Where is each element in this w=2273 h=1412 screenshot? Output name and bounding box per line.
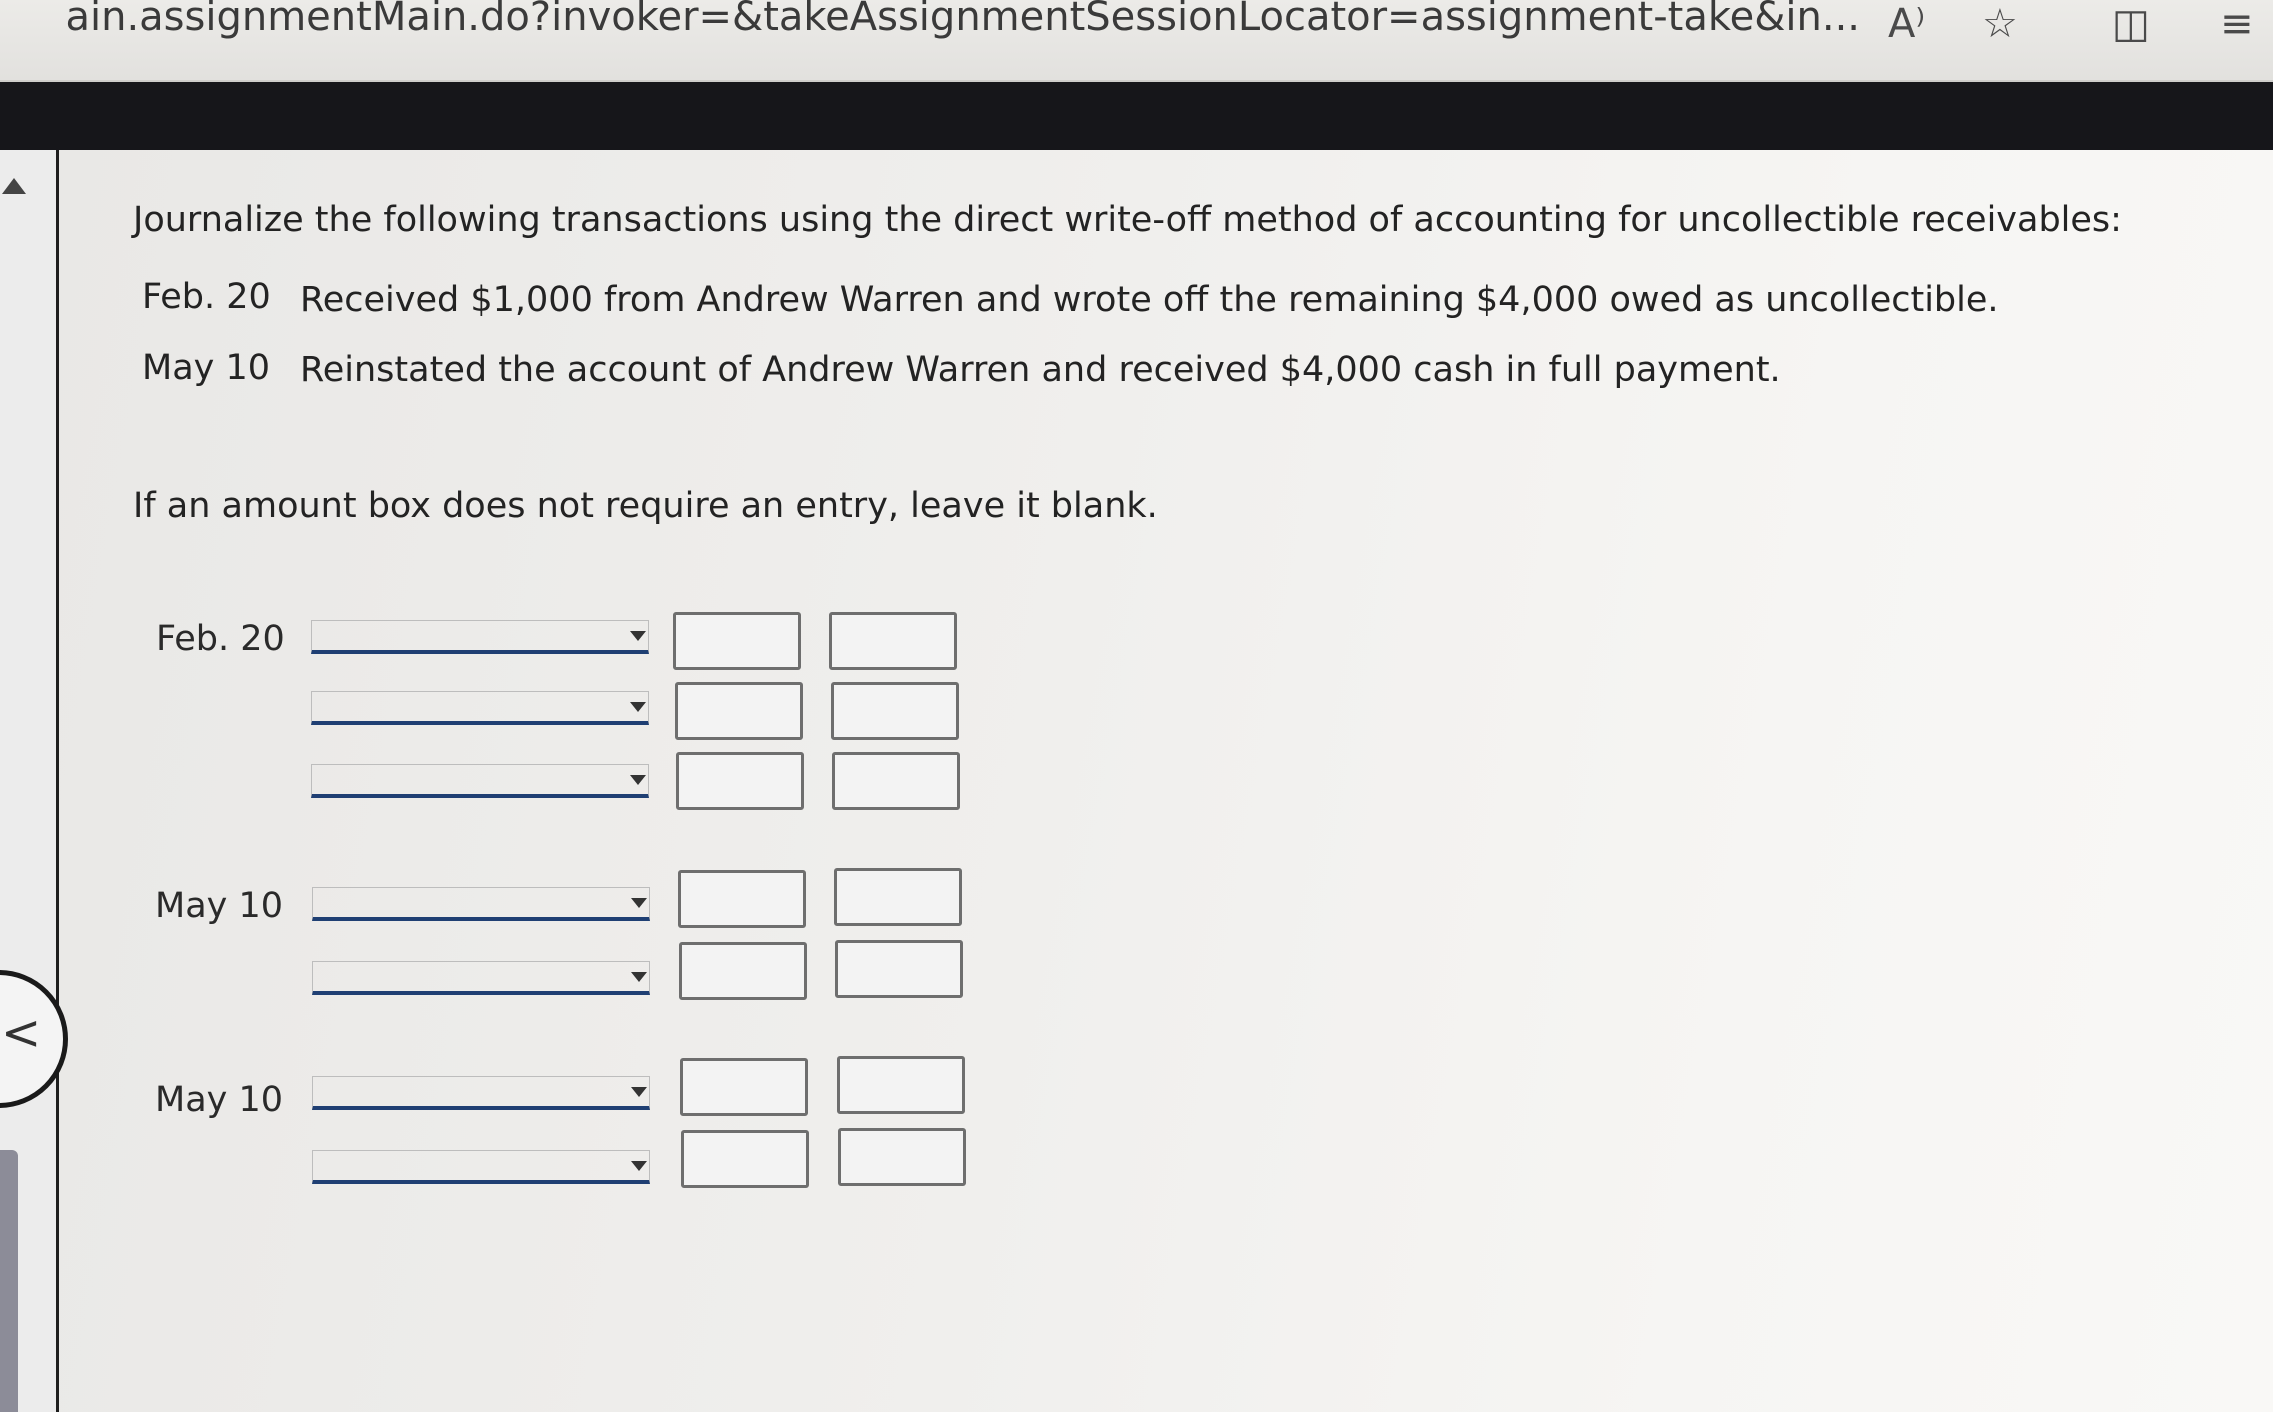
debit-amount-input[interactable] (676, 752, 804, 810)
transaction-date: Feb. 20 (142, 277, 271, 317)
account-dropdown[interactable] (312, 887, 650, 921)
credit-amount-input[interactable] (829, 612, 957, 670)
browser-toolbar: ain.assignmentMain.do?invoker=&takeAssig… (0, 0, 2273, 82)
credit-amount-input[interactable] (834, 868, 962, 926)
debit-amount-input[interactable] (681, 1130, 809, 1188)
transaction-description: Received $1,000 from Andrew Warren and w… (300, 280, 1999, 320)
credit-amount-input[interactable] (837, 1056, 965, 1114)
split-screen-icon[interactable]: ◫ (2112, 4, 2150, 44)
debit-amount-input[interactable] (678, 870, 806, 928)
scrollbar-thumb[interactable] (0, 1150, 18, 1412)
debit-amount-input[interactable] (675, 682, 803, 740)
question-panel: Journalize the following transactions us… (59, 150, 2273, 1412)
favorite-star-icon[interactable]: ☆ (1982, 4, 2018, 44)
favorites-icon[interactable]: ≡ (2220, 4, 2254, 44)
entry-date-label: May 10 (155, 1080, 284, 1120)
chevron-down-icon (631, 1161, 647, 1171)
chevron-down-icon (630, 631, 646, 641)
debit-amount-input[interactable] (680, 1058, 808, 1116)
chevron-down-icon (630, 775, 646, 785)
transaction-date: May 10 (142, 348, 271, 388)
account-dropdown[interactable] (312, 961, 650, 995)
address-bar[interactable]: ain.assignmentMain.do?invoker=&takeAssig… (0, 0, 1860, 40)
account-dropdown[interactable] (311, 620, 649, 654)
debit-amount-input[interactable] (673, 612, 801, 670)
chevron-left-icon: < (1, 1005, 42, 1061)
debit-amount-input[interactable] (679, 942, 807, 1000)
scroll-up-arrow-icon[interactable] (2, 178, 26, 194)
instruction-note: If an amount box does not require an ent… (133, 486, 1158, 526)
transaction-description: Reinstated the account of Andrew Warren … (300, 350, 1781, 390)
account-dropdown[interactable] (311, 691, 649, 725)
chevron-down-icon (631, 898, 647, 908)
entry-date-label: Feb. 20 (156, 619, 285, 659)
credit-amount-input[interactable] (838, 1128, 966, 1186)
credit-amount-input[interactable] (832, 752, 960, 810)
entry-date-label: May 10 (155, 886, 284, 926)
account-dropdown[interactable] (312, 1076, 650, 1110)
credit-amount-input[interactable] (831, 682, 959, 740)
instructions-text: Journalize the following transactions us… (133, 200, 2122, 240)
credit-amount-input[interactable] (835, 940, 963, 998)
account-dropdown[interactable] (311, 764, 649, 798)
read-aloud-icon[interactable]: A⁾ (1888, 4, 1925, 44)
chevron-down-icon (631, 1087, 647, 1097)
account-dropdown[interactable] (312, 1150, 650, 1184)
chevron-down-icon (631, 972, 647, 982)
chevron-down-icon (630, 702, 646, 712)
